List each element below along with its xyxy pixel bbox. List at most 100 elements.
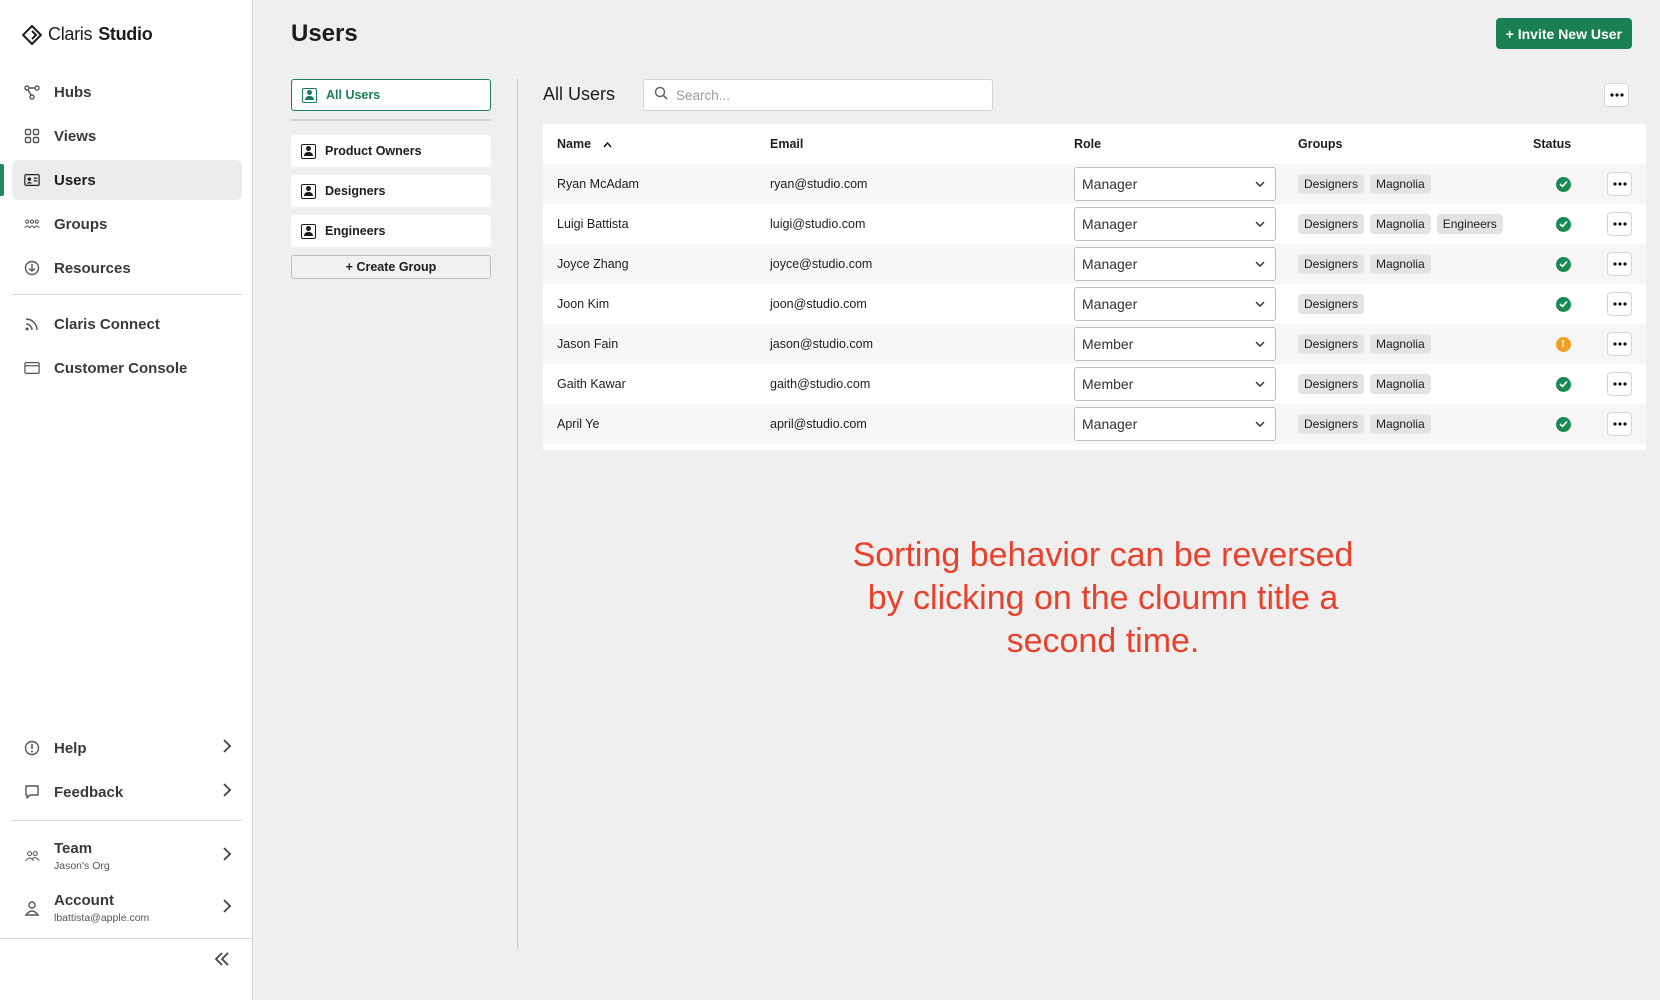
nav-label: Groups <box>54 215 108 233</box>
more-icon <box>1609 93 1624 97</box>
status-cell <box>1533 296 1593 312</box>
search-input[interactable] <box>676 87 976 103</box>
panel-divider <box>517 79 518 949</box>
group-tag[interactable]: Magnolia <box>1370 174 1431 194</box>
role-select[interactable]: Manager <box>1074 247 1276 281</box>
nav-item-team[interactable]: Team Jason's Org <box>12 832 242 880</box>
user-card-icon <box>301 143 316 159</box>
chevron-down-icon <box>1255 298 1265 310</box>
column-header-groups[interactable]: Groups <box>1298 137 1533 151</box>
group-tag[interactable]: Designers <box>1298 254 1365 274</box>
group-tag[interactable]: Engineers <box>1436 214 1503 234</box>
group-tag[interactable]: Magnolia <box>1370 214 1431 234</box>
row-more-options-button[interactable] <box>1607 412 1632 436</box>
group-item-engineers[interactable]: Engineers <box>291 215 491 247</box>
nav-item-customer-console[interactable]: Customer Console <box>12 348 242 388</box>
claris-studio-logo[interactable]: Claris Studio <box>22 24 153 45</box>
users-icon <box>24 172 40 188</box>
console-icon <box>24 360 40 376</box>
column-header-status[interactable]: Status <box>1533 137 1593 151</box>
group-item-product-owners[interactable]: Product Owners <box>291 135 491 167</box>
main-title: All Users <box>543 84 616 104</box>
role-select[interactable]: Manager <box>1074 287 1276 321</box>
nav-item-groups[interactable]: Groups <box>12 204 242 244</box>
views-icon <box>24 128 40 144</box>
nav-label: Feedback <box>54 783 124 801</box>
nav-item-help[interactable]: Help <box>12 728 242 768</box>
group-tag[interactable]: Magnolia <box>1370 254 1431 274</box>
actions-cell <box>1593 332 1646 356</box>
nav-item-account[interactable]: Account lbattista@apple.com <box>12 884 242 932</box>
nav-item-users[interactable]: Users <box>0 160 242 200</box>
actions-cell <box>1593 412 1646 436</box>
account-nav: Team Jason's Org Account lbattista@apple… <box>12 832 242 936</box>
group-item-designers[interactable]: Designers <box>291 175 491 207</box>
user-email: luigi@studio.com <box>770 217 866 231</box>
role-select[interactable]: Member <box>1074 367 1276 401</box>
more-icon <box>1612 302 1627 306</box>
row-more-options-button[interactable] <box>1607 372 1632 396</box>
chevron-down-icon <box>1255 178 1265 190</box>
role-select[interactable]: Member <box>1074 327 1276 361</box>
status-cell <box>1533 256 1593 272</box>
status-cell <box>1533 216 1593 232</box>
group-tag[interactable]: Designers <box>1298 214 1365 234</box>
group-tag[interactable]: Designers <box>1298 294 1365 314</box>
nav-label: Claris Connect <box>54 315 160 333</box>
more-options-button[interactable] <box>1604 83 1629 107</box>
nav-item-resources[interactable]: Resources <box>12 248 242 288</box>
role-select[interactable]: Manager <box>1074 167 1276 201</box>
collapse-sidebar-icon[interactable] <box>214 946 230 972</box>
row-more-options-button[interactable] <box>1607 252 1632 276</box>
user-card-icon <box>301 183 316 199</box>
create-group-button[interactable]: + Create Group <box>291 255 491 279</box>
nav-item-claris-connect[interactable]: Claris Connect <box>12 304 242 344</box>
column-header-email[interactable]: Email <box>770 137 1074 151</box>
groups-cell: Designers Magnolia <box>1298 414 1533 434</box>
user-name: Joyce Zhang <box>557 257 629 271</box>
actions-cell <box>1593 292 1646 316</box>
role-select[interactable]: Manager <box>1074 407 1276 441</box>
table-row: Gaith Kawar gaith@studio.com Member Designe… <box>543 364 1646 404</box>
chevron-down-icon <box>1255 378 1265 390</box>
role-select[interactable]: Manager <box>1074 207 1276 241</box>
group-tag[interactable]: Magnolia <box>1370 414 1431 434</box>
group-tag[interactable]: Magnolia <box>1370 374 1431 394</box>
groups-separator <box>291 119 491 121</box>
row-more-options-button[interactable] <box>1607 292 1632 316</box>
chevron-right-icon <box>222 898 232 918</box>
status-cell: ! <box>1533 336 1593 352</box>
role-value: Member <box>1082 336 1134 352</box>
help-icon <box>24 740 40 756</box>
row-more-options-button[interactable] <box>1607 332 1632 356</box>
role-value: Manager <box>1082 416 1138 432</box>
table-row: April Ye april@studio.com Manager Designers… <box>543 404 1646 444</box>
invite-new-user-button[interactable]: + Invite New User <box>1495 18 1632 49</box>
nav-item-views[interactable]: Views <box>12 116 242 156</box>
row-more-options-button[interactable] <box>1607 212 1632 236</box>
resources-icon <box>24 260 40 276</box>
group-item-all-users[interactable]: All Users <box>291 79 491 111</box>
feedback-icon <box>24 784 40 800</box>
more-icon <box>1612 222 1627 226</box>
status-active-icon <box>1555 416 1571 432</box>
nav-label: Help <box>54 739 87 757</box>
group-tag[interactable]: Designers <box>1298 414 1365 434</box>
group-tag[interactable]: Designers <box>1298 334 1365 354</box>
row-more-options-button[interactable] <box>1607 172 1632 196</box>
role-cell: Manager <box>1074 167 1298 201</box>
column-header-role[interactable]: Role <box>1074 137 1298 151</box>
nav-item-feedback[interactable]: Feedback <box>12 772 242 812</box>
table-header: Name Email Role Groups Status <box>543 124 1646 164</box>
status-active-icon <box>1555 216 1571 232</box>
group-tag[interactable]: Designers <box>1298 374 1365 394</box>
more-icon <box>1612 382 1627 386</box>
nav-item-hubs[interactable]: Hubs <box>12 72 242 112</box>
role-cell: Manager <box>1074 207 1298 241</box>
group-tag[interactable]: Magnolia <box>1370 334 1431 354</box>
groups-icon <box>24 216 40 232</box>
role-cell: Manager <box>1074 247 1298 281</box>
column-header-name[interactable]: Name <box>543 137 770 151</box>
group-tag[interactable]: Designers <box>1298 174 1365 194</box>
status-active-icon <box>1555 256 1571 272</box>
